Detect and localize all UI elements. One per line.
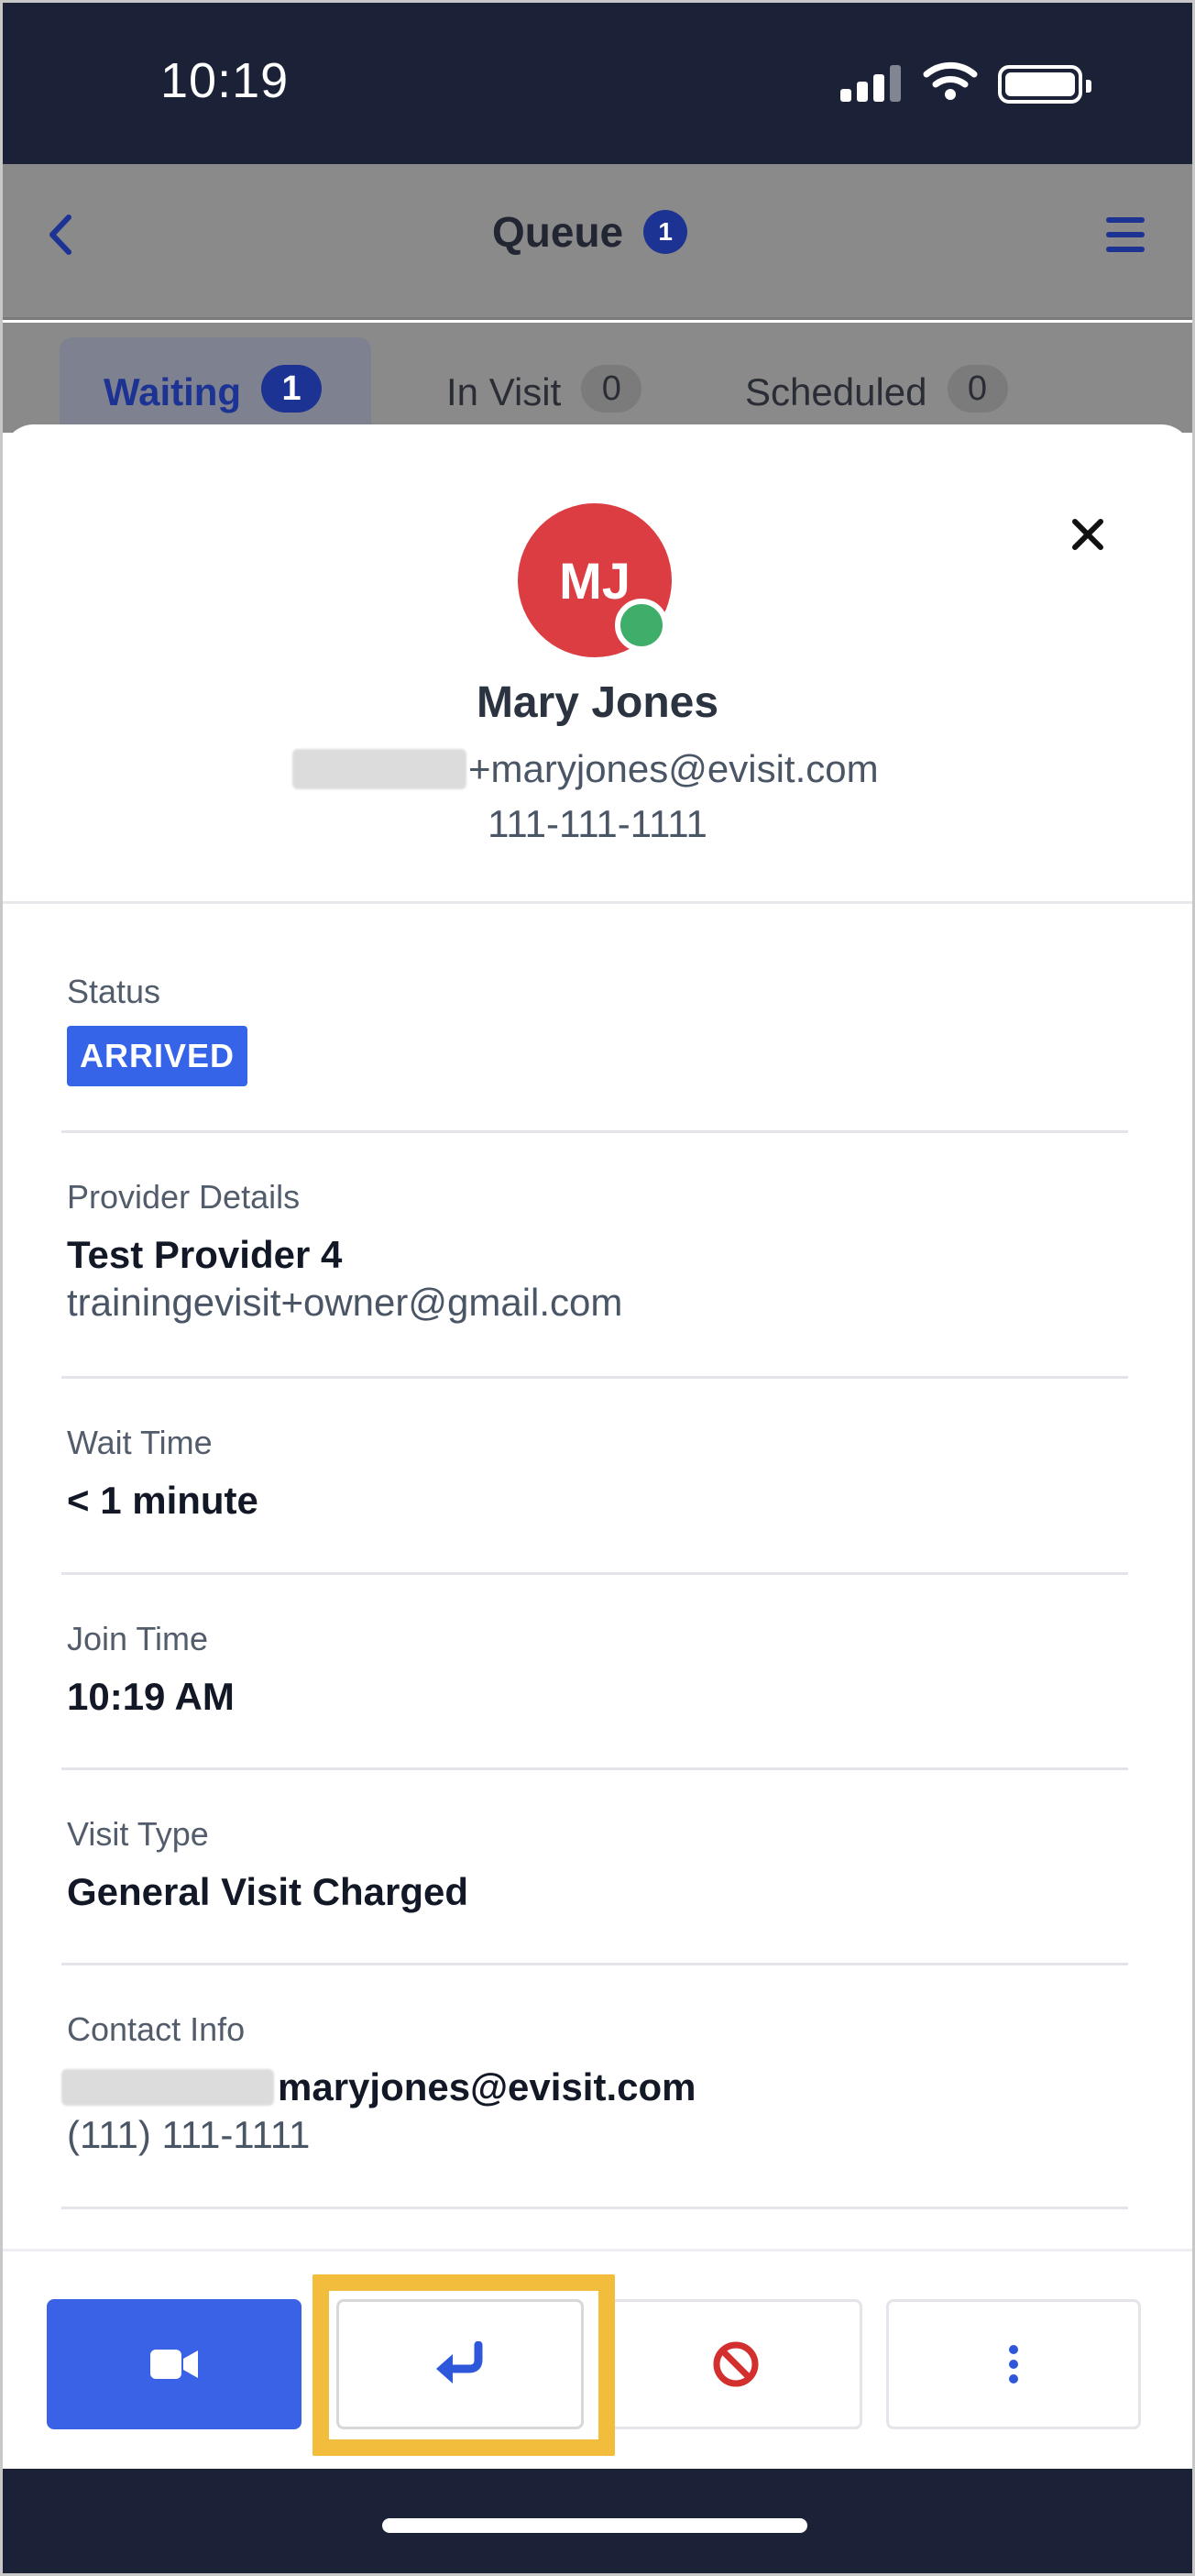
divider (61, 1963, 1128, 1965)
patient-name: Mary Jones (476, 678, 719, 727)
battery-icon (998, 65, 1091, 104)
tab-label: In Visit (446, 370, 562, 413)
divider (61, 1767, 1128, 1770)
contact-info-label: Contact Info (67, 2010, 246, 2048)
contact-email-text: maryjones@evisit.com (278, 2065, 696, 2108)
patient-email-text: +maryjones@evisit.com (468, 747, 879, 790)
provider-email: trainingevisit+owner@gmail.com (67, 1281, 623, 1324)
wait-time-value: < 1 minute (67, 1479, 258, 1522)
visit-type-section: Visit Type General Visit Charged (67, 1815, 1128, 1914)
visit-type-value: General Visit Charged (67, 1870, 469, 1913)
cellular-signal-icon (840, 65, 901, 102)
status-label: Status (67, 973, 161, 1010)
tab-waiting[interactable]: Waiting 1 (60, 337, 371, 438)
divider (3, 901, 1192, 904)
divider (61, 1376, 1128, 1379)
block-icon (713, 2341, 759, 2387)
page-title: Queue 1 (492, 206, 688, 258)
queue-tabs: Waiting 1 In Visit 0 Scheduled 0 (3, 323, 1192, 438)
more-vertical-icon (1009, 2345, 1018, 2383)
phone-screen: 10:19 Queue 1 Waiting 1 In Visit 0 Sched… (0, 0, 1195, 2576)
status-section: Status ARRIVED (67, 973, 1128, 1086)
redacted-text (61, 2069, 274, 2106)
contact-info-section: Contact Info maryjones@evisit.com (111) … (61, 2010, 1128, 2157)
visit-type-label: Visit Type (67, 1815, 209, 1853)
contact-phone: (111) 111-1111 (67, 2113, 311, 2156)
patient-detail-sheet: MJ Mary Jones +maryjones@evisit.com 111-… (3, 424, 1192, 2460)
status-bar: 10:19 (3, 3, 1192, 164)
join-time-section: Join Time 10:19 AM (67, 1620, 1128, 1719)
join-time-value: 10:19 AM (67, 1675, 235, 1718)
start-video-button[interactable] (47, 2299, 301, 2429)
status-badge: ARRIVED (67, 1026, 248, 1086)
hamburger-menu-icon[interactable] (1106, 217, 1145, 252)
tab-count-badge: 0 (581, 365, 642, 413)
provider-label: Provider Details (67, 1178, 301, 1216)
avatar-initials: MJ (559, 551, 630, 610)
contact-email: maryjones@evisit.com (61, 2065, 1128, 2109)
wifi-icon (923, 61, 978, 100)
app-header: Queue 1 (3, 164, 1192, 320)
back-chevron-icon[interactable] (43, 212, 80, 258)
tab-scheduled[interactable]: Scheduled 0 (745, 337, 1008, 438)
divider (61, 2207, 1128, 2209)
page-title-text: Queue (492, 208, 624, 256)
close-icon[interactable] (1069, 516, 1106, 553)
divider (61, 1572, 1128, 1575)
wait-time-label: Wait Time (67, 1424, 213, 1461)
cancel-visit-button[interactable] (609, 2299, 862, 2429)
return-to-queue-button[interactable] (336, 2299, 584, 2429)
patient-email: +maryjones@evisit.com (292, 742, 879, 797)
patient-phone: 111-111-1111 (488, 802, 707, 845)
tab-count-badge: 1 (261, 365, 323, 413)
video-camera-icon (150, 2350, 198, 2379)
status-time: 10:19 (160, 53, 290, 108)
tab-label: Scheduled (745, 370, 927, 413)
wait-time-section: Wait Time < 1 minute (67, 1424, 1128, 1523)
join-time-label: Join Time (67, 1620, 209, 1657)
online-status-icon (615, 599, 668, 652)
redacted-text (292, 749, 466, 789)
provider-section: Provider Details Test Provider 4 trainin… (67, 1178, 1128, 1325)
tab-in-visit[interactable]: In Visit 0 (446, 337, 642, 438)
queue-count-badge: 1 (643, 210, 688, 254)
return-arrow-icon (436, 2341, 483, 2383)
divider (61, 1130, 1128, 1133)
more-options-button[interactable] (886, 2299, 1141, 2429)
action-bar (3, 2249, 1192, 2469)
tab-label: Waiting (104, 370, 242, 413)
home-indicator[interactable] (382, 2518, 807, 2533)
provider-name: Test Provider 4 (67, 1233, 343, 1276)
tab-count-badge: 0 (947, 365, 1008, 413)
